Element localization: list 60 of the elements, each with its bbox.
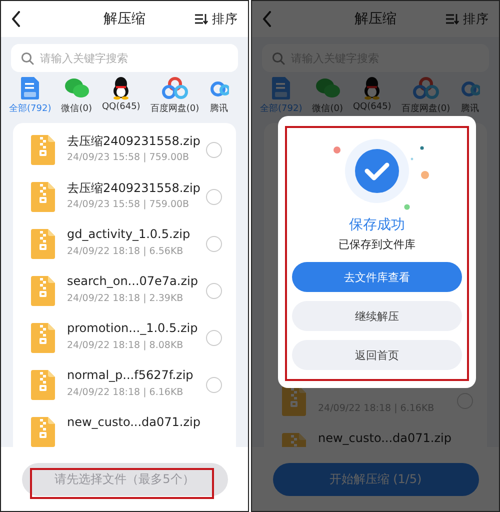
zip-file-icon xyxy=(31,276,55,306)
zip-file-icon xyxy=(31,182,55,212)
category-tab[interactable]: QQ(645) xyxy=(102,76,140,112)
radio-button[interactable] xyxy=(206,330,222,346)
category-tab[interactable]: 百度网盘(0) xyxy=(401,76,450,115)
file-name: 去压缩2409231558.zip xyxy=(67,132,202,148)
radio-button[interactable] xyxy=(206,282,222,298)
rings-icon xyxy=(160,77,189,99)
file-name: promotion..._1.0.5.zip xyxy=(67,320,199,336)
file-name: 去压缩2409231558.zip xyxy=(67,180,202,194)
chat-bubbles-icon xyxy=(314,77,341,99)
file-name: gd_activity_1.0.5.zip xyxy=(67,226,192,242)
search-icon xyxy=(21,52,34,65)
file-name: new_custo...da071.zip xyxy=(318,430,452,446)
category-tab[interactable]: 全部(792) xyxy=(260,76,302,115)
file-name: normal_p...f5627f.zip xyxy=(67,368,194,382)
radio-button[interactable] xyxy=(206,142,222,158)
file-name: new_custo...da071.zip xyxy=(67,414,202,430)
category-tab[interactable]: 微信(0) xyxy=(312,76,343,115)
file-details: 24/09/22 18:18 | 6.56KB xyxy=(67,246,184,256)
dialog-message: 已保存到文件库 xyxy=(338,237,416,252)
file-details: 24/09/23 15:58 | 759.00B xyxy=(67,198,190,210)
sort-button[interactable]: 排序 xyxy=(445,10,489,28)
radio-button[interactable] xyxy=(206,188,222,204)
radio-button[interactable] xyxy=(206,236,222,252)
chat-bubbles-icon xyxy=(64,77,90,99)
radio-button[interactable] xyxy=(206,376,222,392)
category-tab[interactable]: 全部(792) xyxy=(9,76,52,115)
file-details: 24/09/23 15:58 | 759.00B xyxy=(67,152,190,162)
category-tab[interactable]: QQ(645) xyxy=(352,76,392,112)
dialog-button[interactable]: 返回首页 xyxy=(292,340,462,370)
sort-button[interactable]: 排序 xyxy=(194,10,238,28)
sort-icon xyxy=(445,13,459,25)
search-field[interactable]: 请输入关键字搜索 xyxy=(11,44,238,72)
penguin-icon xyxy=(112,76,130,100)
search-icon xyxy=(272,52,285,65)
rings-icon xyxy=(412,77,440,99)
document-icon xyxy=(270,76,292,100)
zip-file-icon xyxy=(31,134,55,164)
category-tab[interactable]: 微信(0) xyxy=(61,76,92,115)
penguin-icon xyxy=(363,76,382,100)
back-icon[interactable] xyxy=(11,11,21,27)
screen-title: 解压缩 xyxy=(354,10,396,28)
zip-file-icon xyxy=(31,370,55,400)
dialog-button[interactable]: 继续解压 xyxy=(292,301,462,331)
zip-file-icon xyxy=(31,228,55,258)
sort-icon xyxy=(194,13,208,25)
file-details: 24/09/22 18:18 | 2.39KB xyxy=(67,292,184,304)
view-library-button[interactable]: 去文件库查看 xyxy=(292,262,462,292)
category-tab[interactable]: 腾讯 xyxy=(460,76,480,115)
dialog-title: 保存成功 xyxy=(349,216,405,234)
file-details: 24/09/22 18:18 | 6.16KB xyxy=(67,386,184,398)
category-tab[interactable]: 腾讯 xyxy=(209,76,230,115)
start-button[interactable]: 开始解压缩 (1/5) xyxy=(272,462,478,496)
file-name: search_on...07e7a.zip xyxy=(67,274,199,288)
file-details: 24/09/22 18:18 | 8.08KB xyxy=(67,340,184,350)
screen-title: 解压缩 xyxy=(104,10,146,28)
document-icon xyxy=(19,76,42,100)
zip-file-icon xyxy=(31,322,55,352)
category-tab[interactable]: 百度网盘(0) xyxy=(150,76,200,115)
